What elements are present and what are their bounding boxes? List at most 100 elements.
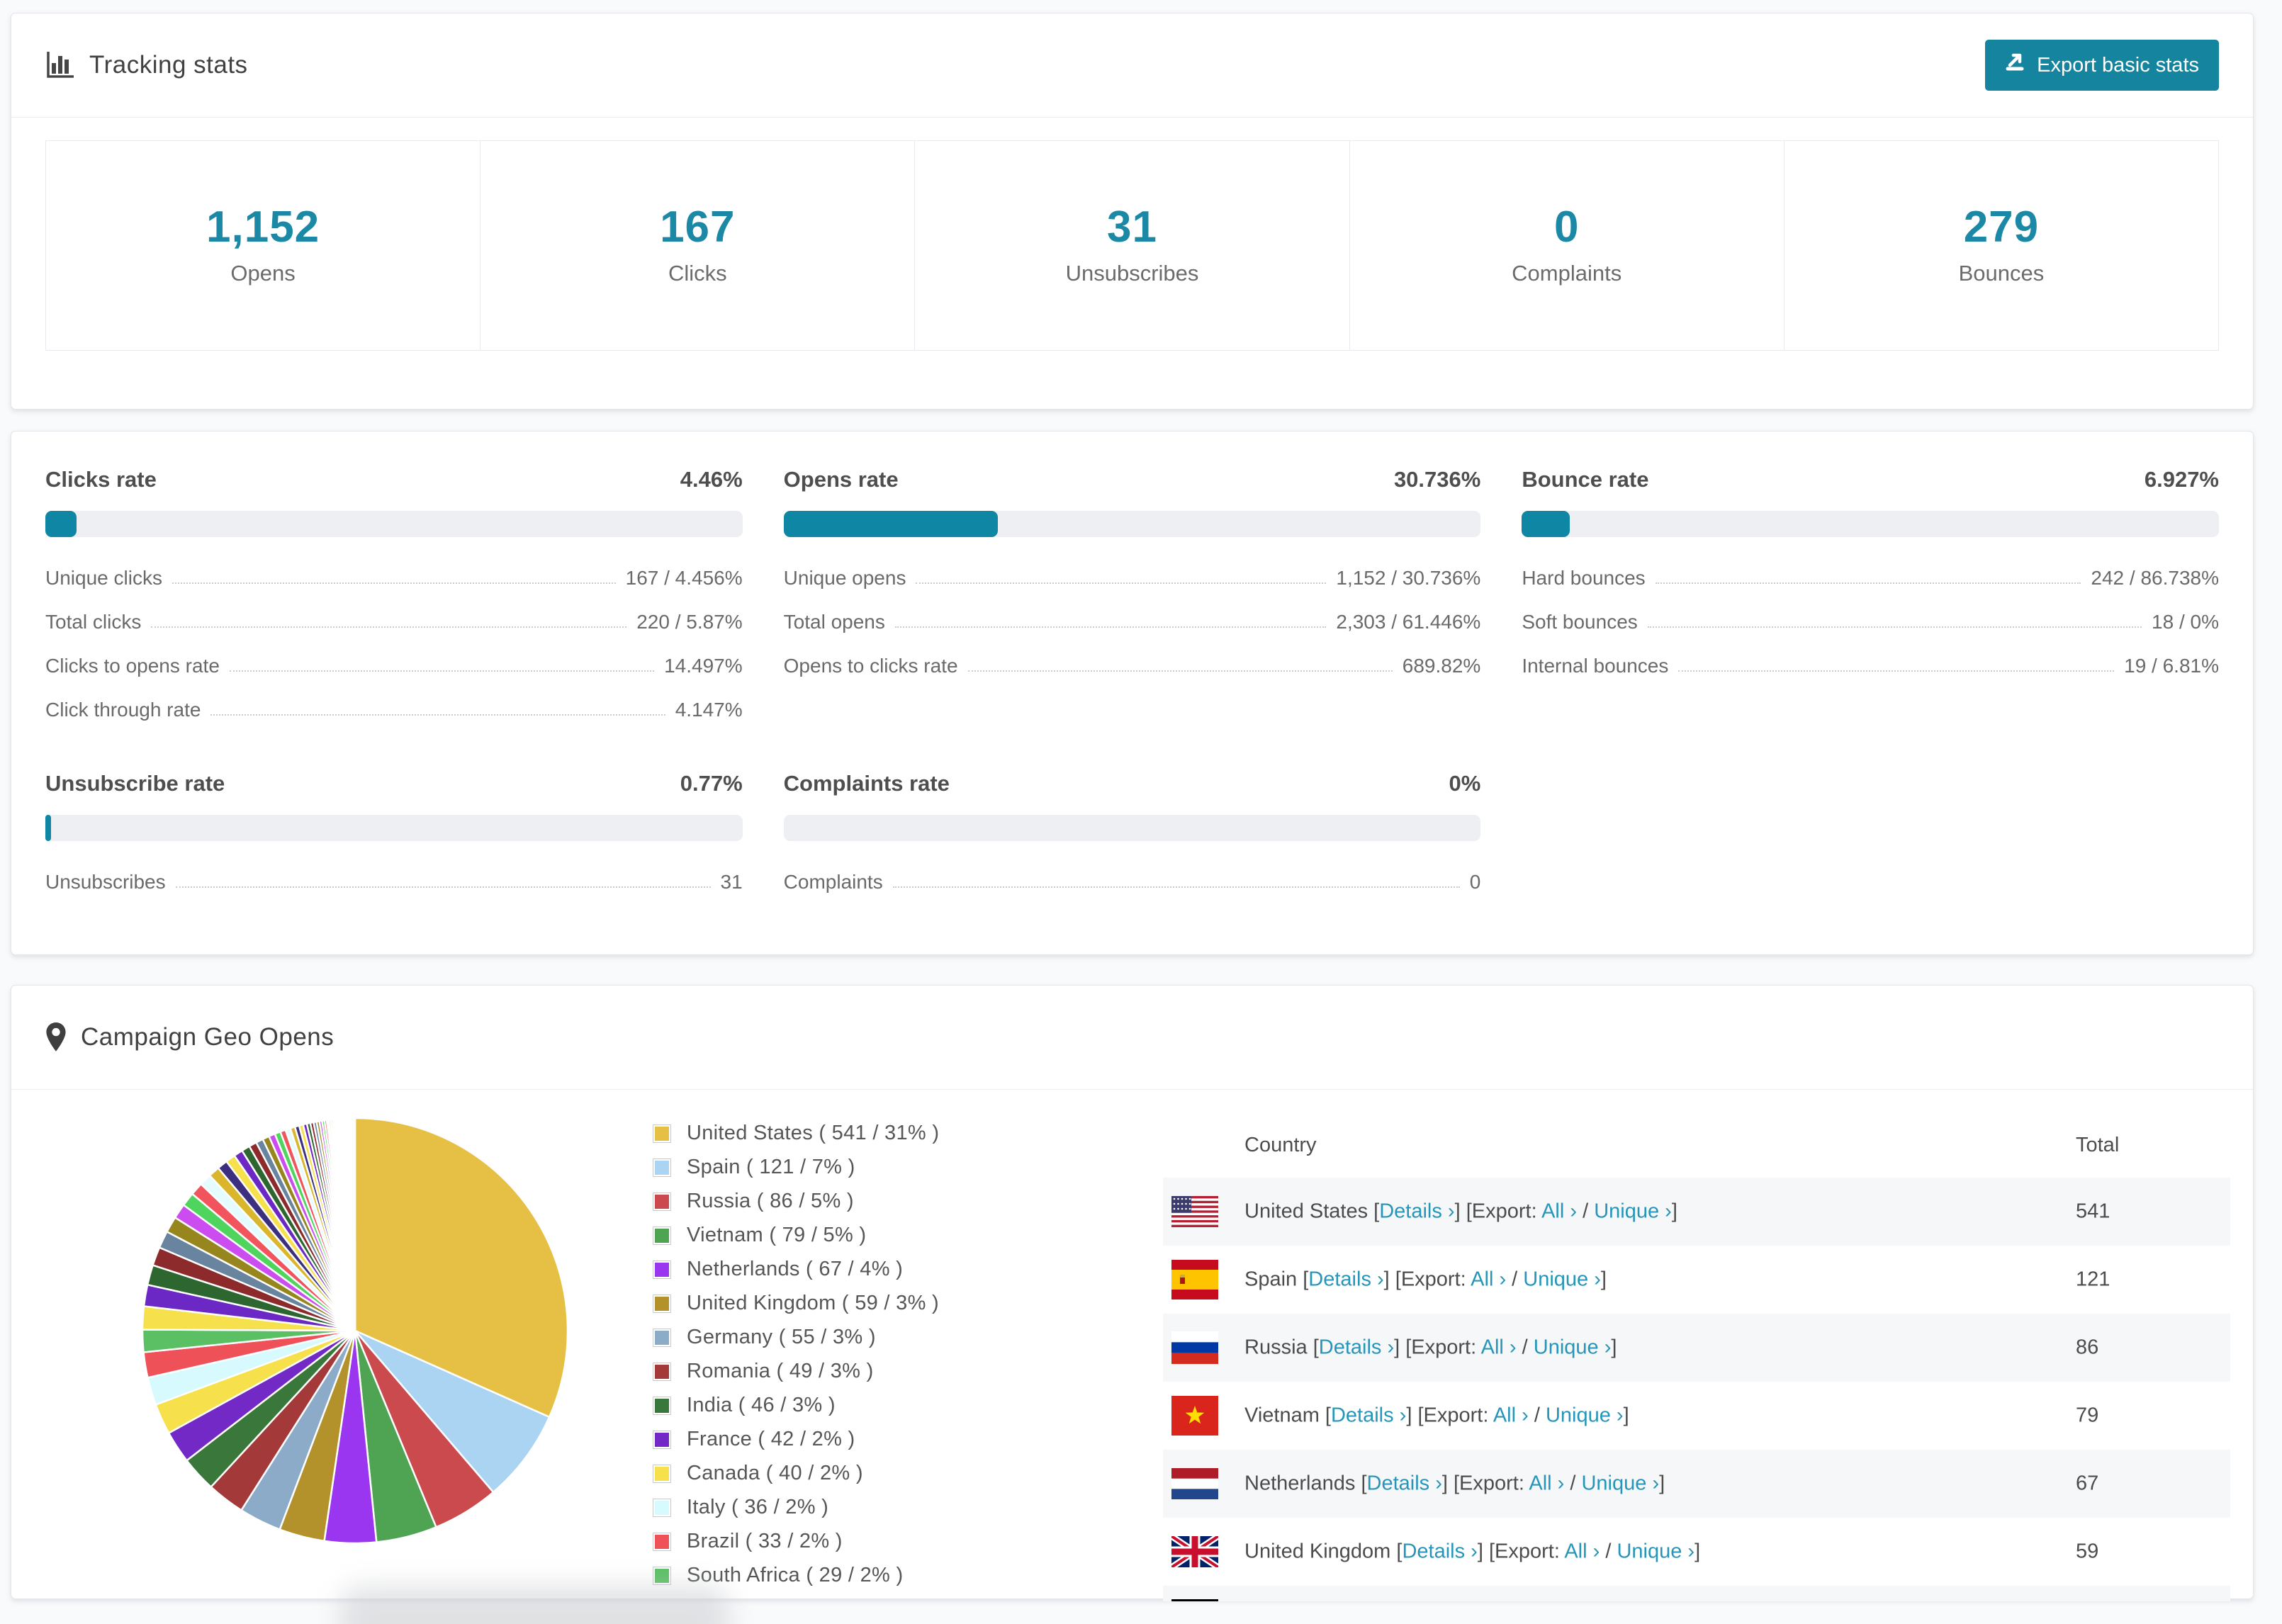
rate-detail-rows: Unique clicks 167 / 4.456% Total clicks 220… (45, 567, 743, 721)
legend-color (655, 1296, 669, 1311)
rate-detail-value: 0 (1469, 871, 1481, 893)
dotted-leader (1655, 582, 2081, 584)
bounces-count: 279 (1963, 203, 2040, 252)
rates-grid: Clicks rate 4.46% Unique clicks 167 / 4.456… (45, 467, 2219, 893)
bracket: [ (1373, 1200, 1380, 1223)
legend-item-spain[interactable]: Spain ( 121 / 7% ) (653, 1156, 939, 1179)
bracket: ] [Export: (1394, 1336, 1481, 1359)
complaints-label: Complaints (1512, 261, 1622, 286)
rate-detail-label: Clicks to opens rate (45, 655, 220, 677)
legend-color (655, 1330, 669, 1345)
legend-item-united-states[interactable]: United States ( 541 / 31% ) (653, 1122, 939, 1145)
slash: / (1577, 1200, 1595, 1223)
details-link[interactable]: Details › (1367, 1472, 1442, 1495)
bracket: ] (1694, 1540, 1701, 1563)
legend-color (655, 1466, 669, 1481)
table-row-russia: Russia [Details ›] [Export: All › / Uniq… (1163, 1314, 2230, 1382)
export-unique-link[interactable]: Unique › (1617, 1540, 1694, 1563)
table-row-germany: Germany [Details ›] [Export: All › / Uni… (1163, 1586, 2230, 1601)
summary-clicks: 167 Clicks (480, 141, 914, 350)
complaints-count: 0 (1553, 203, 1580, 252)
export-all-link[interactable]: All › (1493, 1404, 1529, 1427)
details-link[interactable]: Details › (1379, 1200, 1454, 1223)
rate-detail-label: Internal bounces (1522, 655, 1669, 677)
blurred-overlay-artifact (340, 1586, 729, 1624)
legend-item-united-kingdom[interactable]: United Kingdom ( 59 / 3% ) (653, 1292, 939, 1315)
details-link[interactable]: Details › (1308, 1268, 1383, 1291)
legend-swatch (653, 1396, 671, 1415)
rate-panel-head: Clicks rate 4.46% (45, 467, 743, 492)
bracket: ] [Export: (1454, 1200, 1542, 1223)
details-link[interactable]: Details › (1402, 1540, 1477, 1563)
legend-label: Netherlands ( 67 / 4% ) (687, 1258, 904, 1280)
geo-opens-title: Campaign Geo Opens (45, 1022, 334, 1052)
flag-icon-de (1171, 1599, 1218, 1601)
export-unique-link[interactable]: Unique › (1534, 1336, 1612, 1359)
bracket: ] [Export: (1383, 1268, 1471, 1291)
legend-item-brazil[interactable]: Brazil ( 33 / 2% ) (653, 1530, 939, 1553)
export-unique-link[interactable]: Unique › (1594, 1200, 1672, 1223)
rate-panel-title: Unsubscribe rate (45, 771, 225, 796)
tracking-stats-title: Tracking stats (45, 50, 248, 80)
export-unique-link[interactable]: Unique › (1581, 1472, 1659, 1495)
legend-item-vietnam[interactable]: Vietnam ( 79 / 5% ) (653, 1224, 939, 1247)
legend-item-canada[interactable]: Canada ( 40 / 2% ) (653, 1462, 939, 1485)
rate-detail-label: Click through rate (45, 699, 201, 721)
legend-item-netherlands[interactable]: Netherlands ( 67 / 4% ) (653, 1258, 939, 1281)
legend-item-france[interactable]: France ( 42 / 2% ) (653, 1428, 939, 1451)
export-unique-link[interactable]: Unique › (1546, 1404, 1624, 1427)
legend-label: Spain ( 121 / 7% ) (687, 1156, 855, 1178)
export-unique-link[interactable]: Unique › (1523, 1268, 1601, 1291)
geo-opens-pie-chart[interactable] (137, 1113, 573, 1548)
country-name: Spain (1244, 1268, 1303, 1291)
legend-item-italy[interactable]: Italy ( 36 / 2% ) (653, 1496, 939, 1519)
legend-label: United States ( 541 / 31% ) (687, 1122, 940, 1144)
country-name: United States (1244, 1200, 1374, 1223)
bracket: ] [Export: (1406, 1404, 1493, 1427)
legend-item-germany[interactable]: Germany ( 55 / 3% ) (653, 1326, 939, 1349)
export-all-link[interactable]: All › (1529, 1472, 1564, 1495)
rate-detail-value: 4.147% (675, 699, 743, 721)
legend-swatch (653, 1430, 671, 1449)
bracket: ] (1611, 1336, 1617, 1359)
dotted-leader (172, 582, 616, 584)
total-cell: 86 (2076, 1336, 2099, 1359)
export-all-link[interactable]: All › (1564, 1540, 1600, 1563)
export-basic-stats-button[interactable]: Export basic stats (1985, 40, 2219, 91)
rate-detail-row: Hard bounces 242 / 86.738% (1522, 567, 2219, 590)
opens-label: Opens (230, 261, 296, 286)
legend-item-india[interactable]: India ( 46 / 3% ) (653, 1394, 939, 1417)
bracket: ] (1671, 1200, 1677, 1223)
export-all-link[interactable]: All › (1541, 1200, 1577, 1223)
rate-progress-fill (45, 815, 51, 841)
legend-item-south-africa[interactable]: South Africa ( 29 / 2% ) (653, 1564, 939, 1587)
dotted-leader (967, 670, 1393, 672)
legend-item-romania[interactable]: Romania ( 49 / 3% ) (653, 1360, 939, 1383)
legend-swatch (653, 1226, 671, 1245)
rate-panel-title: Bounce rate (1522, 467, 1649, 492)
geo-opens-header: Campaign Geo Opens (11, 986, 2253, 1090)
slash: / (1600, 1540, 1617, 1563)
tracking-stats-header: Tracking stats Export basic stats (11, 13, 2253, 118)
details-link[interactable]: Details › (1319, 1336, 1394, 1359)
rate-progress-fill (783, 511, 998, 537)
country-name: Vietnam (1244, 1404, 1325, 1427)
legend-item-russia[interactable]: Russia ( 86 / 5% ) (653, 1190, 939, 1213)
rate-panel-head: Bounce rate 6.927% (1522, 467, 2219, 492)
rate-detail-row: Unique clicks 167 / 4.456% (45, 567, 743, 590)
legend-label: Italy ( 36 / 2% ) (687, 1496, 829, 1518)
total-cell: 67 (2076, 1472, 2099, 1495)
rate-panel-value: 0% (1449, 771, 1481, 796)
bar-chart-icon (45, 50, 75, 80)
export-all-link[interactable]: All › (1471, 1268, 1506, 1291)
flag-icon-vn (1171, 1396, 1218, 1441)
dotted-leader (151, 626, 627, 628)
campaign-stats-page: Tracking stats Export basic stats 1,152 … (0, 0, 2282, 1624)
total-cell: 79 (2076, 1404, 2099, 1427)
rate-panel-head: Opens rate 30.736% (784, 467, 1481, 492)
details-link[interactable]: Details › (1331, 1404, 1406, 1427)
legend-label: United Kingdom ( 59 / 3% ) (687, 1292, 939, 1314)
bracket: [ (1313, 1336, 1319, 1359)
clicks-count: 167 (660, 203, 736, 252)
export-all-link[interactable]: All › (1481, 1336, 1517, 1359)
